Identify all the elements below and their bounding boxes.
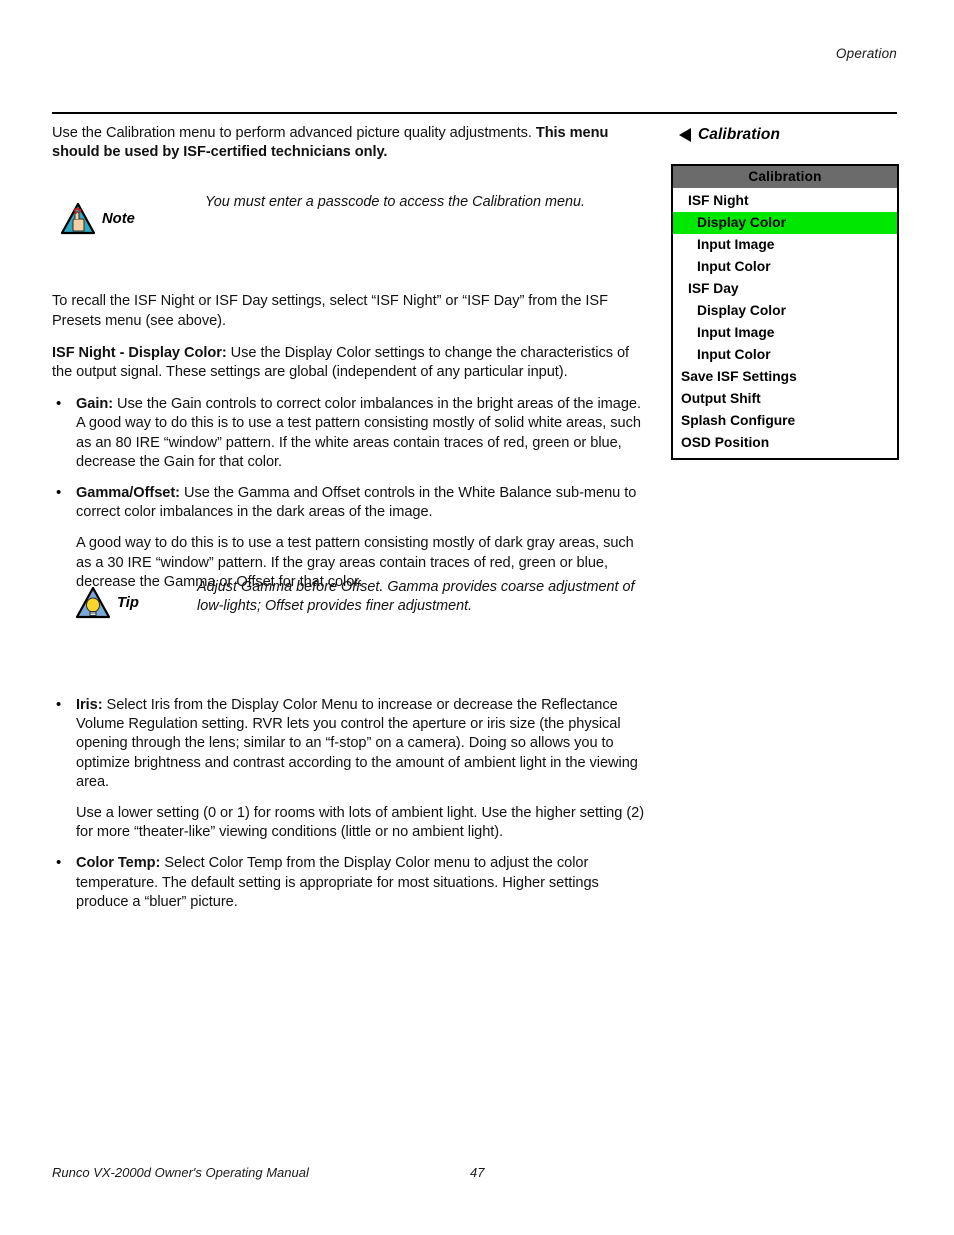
footer-page-number: 47 (470, 1165, 485, 1180)
bullet-iris-term: Iris: (76, 697, 103, 714)
recall-paragraph: To recall the ISF Night or ISF Day setti… (52, 293, 608, 329)
intro-paragraph: Use the Calibration menu to perform adva… (52, 124, 652, 162)
tip-label: Tip (117, 594, 139, 611)
gain-gamma-bullet-list: Gain: Use the Gain controls to correct c… (52, 394, 652, 522)
tip-admonition-inner: Tip Adjust Gamma before Offset. Gamma pr… (75, 578, 675, 619)
header-divider-rule (52, 112, 897, 114)
osd-menu-item[interactable]: Input Color (673, 256, 897, 278)
osd-heading-label: Calibration (698, 126, 781, 143)
tip-text: Adjust Gamma before Offset. Gamma provid… (197, 579, 635, 615)
osd-menu-item[interactable]: ISF Night (673, 190, 897, 212)
body-text-column: Use the Calibration menu to perform adva… (52, 124, 652, 912)
bullet-iris: Iris: Select Iris from the Display Color… (52, 695, 652, 792)
manual-page: Operation Use the Calibration menu to pe… (0, 0, 954, 1235)
bullet-gain: Gain: Use the Gain controls to correct c… (52, 394, 652, 472)
running-header: Operation (835, 46, 897, 61)
osd-calibration-menu: Calibration ISF Night Display Color Input … (671, 164, 899, 460)
osd-menu-item[interactable]: Input Image (673, 234, 897, 256)
osd-menu-item[interactable]: Input Image (673, 322, 897, 344)
tip-admonition: Tip Adjust Gamma before Offset. Gamma pr… (75, 578, 675, 619)
osd-menu-item[interactable]: Splash Configure (673, 410, 897, 432)
display-color-lead-paragraph: ISF Night - Display Color: Use the Displ… (52, 344, 652, 382)
osd-menu-title: Calibration (673, 166, 897, 188)
note-admonition: Note You must enter a passcode to access… (60, 193, 660, 235)
osd-menu-list: ISF Night Display Color Input Image Input C… (673, 188, 897, 458)
note-text: You must enter a passcode to access the … (205, 194, 585, 210)
iris-sub-paragraph: Use a lower setting (0 or 1) for rooms w… (76, 805, 644, 841)
color-temp-bullet-list: Color Temp: Select Color Temp from the D… (52, 853, 652, 912)
bullet-color-temp: Color Temp: Select Color Temp from the D… (52, 853, 652, 912)
osd-menu-item[interactable]: Input Color (673, 344, 897, 366)
tip-badge: Tip (75, 586, 139, 619)
osd-section-heading: Calibration (679, 126, 780, 144)
note-admonition-inner: Note You must enter a passcode to access… (60, 193, 660, 235)
footer-manual-title: Runco VX-2000d Owner's Operating Manual (52, 1165, 309, 1180)
note-hand-triangle-icon (60, 202, 96, 235)
osd-menu-item[interactable]: Display Color (673, 300, 897, 322)
osd-menu-item[interactable]: Output Shift (673, 388, 897, 410)
bullet-iris-text: Select Iris from the Display Color Menu … (76, 697, 638, 790)
bullet-color-temp-term: Color Temp: (76, 855, 161, 872)
osd-menu-item[interactable]: Display Color (673, 212, 897, 234)
bullet-gamma-offset-term: Gamma/Offset: (76, 485, 180, 502)
bullet-gain-term: Gain: (76, 396, 114, 413)
left-triangle-icon (679, 128, 691, 142)
intro-plain-text: Use the Calibration menu to perform adva… (52, 125, 536, 141)
osd-menu-item[interactable]: Save ISF Settings (673, 366, 897, 388)
note-label: Note (102, 210, 135, 227)
tip-lightbulb-triangle-icon (75, 586, 111, 619)
display-color-lead-term: ISF Night - Display Color: (52, 344, 227, 361)
osd-menu-item[interactable]: ISF Day (673, 278, 897, 300)
bullet-gamma-offset: Gamma/Offset: Use the Gamma and Offset c… (52, 483, 652, 522)
iris-bullet-list: Iris: Select Iris from the Display Color… (52, 695, 652, 792)
bullet-gain-text: Use the Gain controls to correct color i… (76, 396, 641, 470)
osd-menu-item[interactable]: OSD Position (673, 432, 897, 454)
note-badge: Note (60, 202, 135, 235)
